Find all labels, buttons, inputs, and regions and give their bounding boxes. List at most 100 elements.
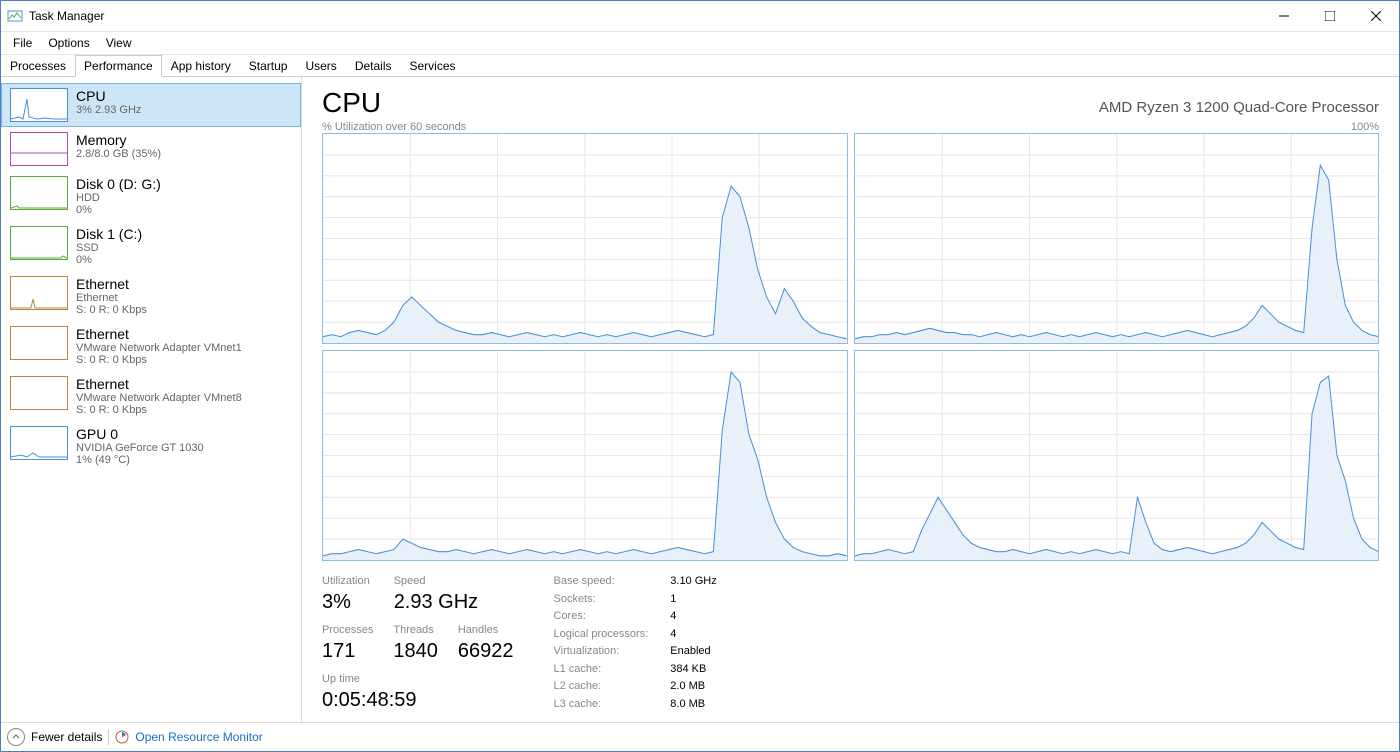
sidebar-item-gpu-0[interactable]: GPU 0NVIDIA GeForce GT 10301% (49 °C) bbox=[1, 421, 301, 471]
titlebar[interactable]: Task Manager bbox=[1, 1, 1399, 32]
cpu-core-chart-0[interactable] bbox=[322, 133, 848, 344]
util-label: Utilization bbox=[322, 575, 370, 587]
tabbar: Processes Performance App history Startu… bbox=[1, 55, 1399, 77]
menu-options[interactable]: Options bbox=[40, 34, 97, 52]
sidebar-item-title: GPU 0 bbox=[76, 426, 204, 442]
chart-label-right: 100% bbox=[1351, 121, 1379, 133]
tab-startup[interactable]: Startup bbox=[240, 55, 297, 77]
sidebar-item-sub2: 1% (49 °C) bbox=[76, 454, 204, 466]
tab-users[interactable]: Users bbox=[296, 55, 345, 77]
resource-monitor-icon bbox=[115, 730, 129, 744]
uptime-label: Up time bbox=[322, 673, 513, 685]
collapse-icon[interactable] bbox=[7, 728, 25, 746]
sidebar-thumb bbox=[10, 226, 68, 260]
sidebar-item-ethernet[interactable]: EthernetVMware Network Adapter VMnet1S: … bbox=[1, 321, 301, 371]
sidebar-item-sub: 2.8/8.0 GB (35%) bbox=[76, 148, 161, 160]
sidebar-item-sub: NVIDIA GeForce GT 1030 bbox=[76, 442, 204, 454]
cpu-core-chart-3[interactable] bbox=[854, 350, 1380, 561]
maximize-button[interactable] bbox=[1307, 1, 1353, 31]
sidebar-thumb bbox=[10, 426, 68, 460]
resource-monitor-link[interactable]: Open Resource Monitor bbox=[135, 730, 262, 744]
detail-value: 1 bbox=[670, 593, 716, 608]
uptime-value: 0:05:48:59 bbox=[322, 689, 513, 712]
sidebar-item-memory[interactable]: Memory2.8/8.0 GB (35%) bbox=[1, 127, 301, 171]
sidebar-item-sub2: 0% bbox=[76, 204, 161, 216]
menubar: File Options View bbox=[1, 32, 1399, 55]
tab-services[interactable]: Services bbox=[401, 55, 465, 77]
details-table: Base speed: 3.10 GHz Sockets: 1 Cores: 4 Logic… bbox=[553, 575, 716, 712]
detail-key: Cores: bbox=[553, 610, 648, 625]
sidebar-item-sub: 3% 2.93 GHz bbox=[76, 104, 141, 116]
sidebar-item-title: CPU bbox=[76, 88, 141, 104]
sidebar-thumb bbox=[10, 132, 68, 166]
detail-value: 3.10 GHz bbox=[670, 575, 716, 590]
sidebar-thumb bbox=[10, 326, 68, 360]
sidebar-thumb bbox=[10, 276, 68, 310]
tab-app-history[interactable]: App history bbox=[162, 55, 240, 77]
sidebar-item-title: Ethernet bbox=[76, 376, 242, 392]
footer: Fewer details Open Resource Monitor bbox=[1, 722, 1399, 751]
detail-key: Virtualization: bbox=[553, 645, 648, 660]
sidebar-item-sub: VMware Network Adapter VMnet8 bbox=[76, 392, 242, 404]
sidebar-thumb bbox=[10, 88, 68, 122]
app-icon bbox=[7, 8, 23, 24]
sidebar-item-sub: VMware Network Adapter VMnet1 bbox=[76, 342, 242, 354]
speed-label: Speed bbox=[394, 575, 478, 587]
cpu-core-chart-2[interactable] bbox=[322, 350, 848, 561]
cpu-model: AMD Ryzen 3 1200 Quad-Core Processor bbox=[1099, 99, 1379, 116]
menu-view[interactable]: View bbox=[98, 34, 140, 52]
sidebar: CPU3% 2.93 GHzMemory2.8/8.0 GB (35%)Disk… bbox=[1, 77, 302, 722]
handles-label: Handles bbox=[458, 624, 514, 636]
tab-details[interactable]: Details bbox=[346, 55, 401, 77]
main-title: CPU bbox=[322, 87, 381, 119]
tab-processes[interactable]: Processes bbox=[1, 55, 75, 77]
detail-value: 2.0 MB bbox=[670, 680, 716, 695]
threads-label: Threads bbox=[393, 624, 438, 636]
detail-key: Base speed: bbox=[553, 575, 648, 590]
sidebar-item-title: Disk 1 (C:) bbox=[76, 226, 142, 242]
sidebar-item-sub: HDD bbox=[76, 192, 161, 204]
close-button[interactable] bbox=[1353, 1, 1399, 31]
processes-value: 171 bbox=[322, 640, 373, 663]
sidebar-item-ethernet[interactable]: EthernetVMware Network Adapter VMnet8S: … bbox=[1, 371, 301, 421]
sidebar-item-sub2: S: 0 R: 0 Kbps bbox=[76, 304, 147, 316]
sidebar-item-sub2: S: 0 R: 0 Kbps bbox=[76, 354, 242, 366]
window-title: Task Manager bbox=[29, 9, 104, 23]
detail-key: Sockets: bbox=[553, 593, 648, 608]
sidebar-item-title: Ethernet bbox=[76, 326, 242, 342]
sidebar-item-sub2: S: 0 R: 0 Kbps bbox=[76, 404, 242, 416]
detail-value: 384 KB bbox=[670, 663, 716, 678]
minimize-button[interactable] bbox=[1261, 1, 1307, 31]
util-value: 3% bbox=[322, 591, 370, 614]
detail-value: 8.0 MB bbox=[670, 698, 716, 713]
detail-value: 4 bbox=[670, 610, 716, 625]
sidebar-item-title: Ethernet bbox=[76, 276, 147, 292]
sidebar-item-ethernet[interactable]: EthernetEthernetS: 0 R: 0 Kbps bbox=[1, 271, 301, 321]
detail-key: L2 cache: bbox=[553, 680, 648, 695]
detail-key: Logical processors: bbox=[553, 628, 648, 643]
detail-value: Enabled bbox=[670, 645, 716, 660]
speed-value: 2.93 GHz bbox=[394, 591, 478, 614]
sidebar-item-disk-1-c-[interactable]: Disk 1 (C:)SSD0% bbox=[1, 221, 301, 271]
menu-file[interactable]: File bbox=[5, 34, 40, 52]
tab-performance[interactable]: Performance bbox=[75, 55, 162, 77]
sidebar-item-sub: Ethernet bbox=[76, 292, 147, 304]
cpu-charts[interactable] bbox=[322, 133, 1379, 561]
chart-label-left: % Utilization over 60 seconds bbox=[322, 121, 466, 133]
stats: Utilization 3% Speed 2.93 GHz Processes 171… bbox=[322, 575, 1379, 712]
processes-label: Processes bbox=[322, 624, 373, 636]
sidebar-item-sub: SSD bbox=[76, 242, 142, 254]
detail-key: L3 cache: bbox=[553, 698, 648, 713]
sidebar-item-disk-0-d-g-[interactable]: Disk 0 (D: G:)HDD0% bbox=[1, 171, 301, 221]
separator bbox=[108, 729, 109, 745]
sidebar-item-title: Disk 0 (D: G:) bbox=[76, 176, 161, 192]
cpu-core-chart-1[interactable] bbox=[854, 133, 1380, 344]
detail-key: L1 cache: bbox=[553, 663, 648, 678]
fewer-details-link[interactable]: Fewer details bbox=[31, 730, 102, 744]
sidebar-item-sub2: 0% bbox=[76, 254, 142, 266]
threads-value: 1840 bbox=[393, 640, 438, 663]
sidebar-thumb bbox=[10, 176, 68, 210]
sidebar-item-cpu[interactable]: CPU3% 2.93 GHz bbox=[1, 83, 301, 127]
sidebar-item-title: Memory bbox=[76, 132, 161, 148]
sidebar-thumb bbox=[10, 376, 68, 410]
